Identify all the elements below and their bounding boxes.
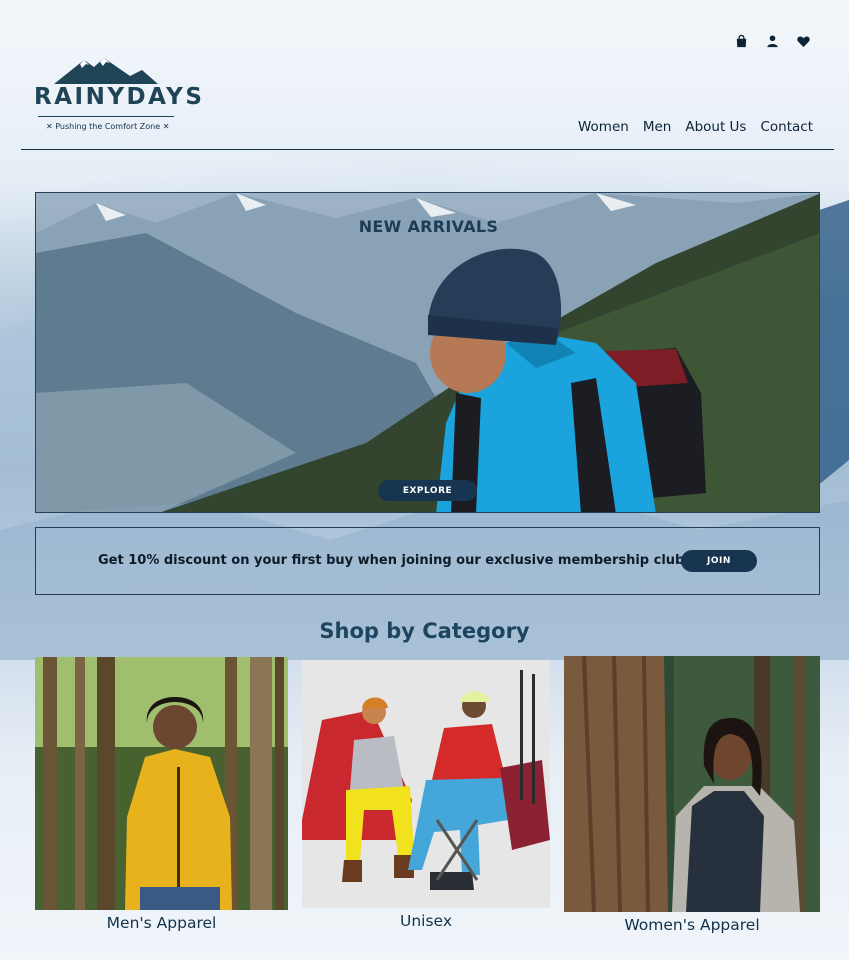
hero-hiker-image	[36, 193, 819, 512]
hero-banner: NEW ARRIVALS EXPLORE	[35, 192, 820, 513]
nav-women[interactable]: Women	[578, 119, 629, 135]
category-label-unisex: Unisex	[400, 912, 452, 930]
heart-icon[interactable]	[796, 34, 811, 49]
explore-button[interactable]: EXPLORE	[378, 480, 477, 501]
mens-apparel-image	[35, 657, 288, 910]
unisex-image	[302, 660, 550, 908]
promo-text: Get 10% discount on your first buy when …	[98, 553, 685, 568]
main-nav: Women Men About Us Contact	[578, 119, 813, 135]
category-section-title: Shop by Category	[319, 619, 530, 643]
womens-apparel-image	[564, 656, 820, 912]
membership-promo: Get 10% discount on your first buy when …	[35, 527, 820, 595]
category-card-mens[interactable]: Men's Apparel	[35, 657, 288, 932]
category-label-mens: Men's Apparel	[106, 914, 217, 932]
nav-contact[interactable]: Contact	[760, 119, 813, 135]
join-button[interactable]: JOIN	[681, 550, 757, 572]
header-icons	[734, 34, 811, 49]
category-card-womens[interactable]: Women's Apparel	[564, 656, 820, 934]
logo-divider	[38, 116, 174, 117]
hero-title: NEW ARRIVALS	[358, 217, 499, 236]
brand-name: RAINYDAYS	[34, 84, 205, 110]
user-icon[interactable]	[765, 34, 780, 49]
header-divider	[21, 149, 834, 150]
brand-tagline: ✕ Pushing the Comfort Zone ✕	[46, 122, 170, 131]
nav-men[interactable]: Men	[643, 119, 672, 135]
category-card-unisex[interactable]: Unisex	[302, 660, 550, 930]
brand-logo[interactable]: RAINYDAYS ✕ Pushing the Comfort Zone ✕	[32, 56, 202, 136]
category-label-womens: Women's Apparel	[624, 916, 760, 934]
nav-about-us[interactable]: About Us	[685, 119, 746, 135]
shopping-bag-icon[interactable]	[734, 34, 749, 49]
